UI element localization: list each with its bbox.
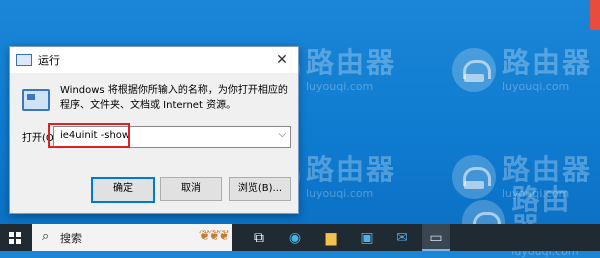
close-icon[interactable]: ✕	[266, 47, 298, 73]
desktop-red-strip	[590, 0, 600, 30]
dialog-titlebar: 运行 ✕	[10, 47, 298, 73]
taskbar: ⌕ 搜索 ❦❦❦ ⧉ ◉ ▆ ▣ ✉ ▭	[0, 224, 600, 251]
run-program-icon	[22, 89, 50, 111]
search-icon: ⌕	[42, 229, 50, 244]
browse-button[interactable]: 浏览(B)...	[229, 177, 291, 201]
dialog-description: Windows 将根据你所输入的名称，为你打开相应的程序、文件夹、文档或 Int…	[60, 85, 288, 111]
edge-icon[interactable]: ◉	[286, 229, 304, 247]
cancel-button[interactable]: 取消	[160, 177, 222, 201]
watermark: 路由器 luyouqi.com	[452, 48, 592, 92]
run-dialog: 运行 ✕ Windows 将根据你所输入的名称，为你打开相应的程序、文件夹、文档…	[9, 46, 299, 214]
autumn-leaves-icon: ❦❦❦	[198, 228, 230, 244]
task-view-icon[interactable]: ⧉	[250, 229, 268, 247]
run-app-icon[interactable]: ▭	[427, 229, 445, 247]
windows-logo-icon	[9, 232, 21, 244]
run-app-icon	[16, 54, 32, 66]
search-placeholder: 搜索	[60, 232, 82, 245]
chevron-down-icon[interactable]: ⌵	[278, 129, 286, 140]
taskbar-search[interactable]: ⌕ 搜索 ❦❦❦	[32, 224, 232, 251]
dialog-title: 运行	[38, 54, 60, 67]
start-button[interactable]	[0, 224, 30, 251]
ok-button[interactable]: 确定	[91, 177, 155, 203]
router-logo-icon	[452, 48, 496, 92]
mail-icon[interactable]: ✉	[393, 229, 411, 247]
highlight-box	[48, 123, 130, 148]
store-icon[interactable]: ▣	[358, 229, 376, 247]
explorer-icon[interactable]: ▆	[322, 229, 340, 247]
